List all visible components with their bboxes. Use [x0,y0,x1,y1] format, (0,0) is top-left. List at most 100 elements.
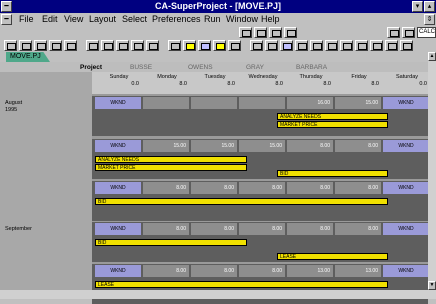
task-icon[interactable] [146,40,159,51]
zoom-icon[interactable] [254,27,267,38]
link-icon[interactable] [86,40,99,51]
scroll-up-icon[interactable]: ▲ [428,52,436,61]
menu-run[interactable]: Run [204,13,221,26]
day-cell[interactable]: 8.00 [239,265,285,277]
menu-edit[interactable]: Edit [42,13,58,26]
day-cell[interactable]: WKND [383,140,429,152]
day-cell[interactable]: 8.00 [143,265,189,277]
color-icon[interactable] [198,40,211,51]
horizontal-scrollbar[interactable] [0,290,428,299]
document-menu-icon[interactable]: ━ [1,14,12,25]
prev-next-icon[interactable] [387,27,400,38]
day-cell[interactable]: WKND [383,265,429,277]
day-cell[interactable]: WKND [95,265,141,277]
day-cell[interactable]: 8.00 [143,182,189,194]
preview-icon[interactable] [64,40,77,51]
view-tab-gray[interactable]: GRAY [246,63,264,72]
filter-icon[interactable] [228,40,241,51]
day-cell[interactable]: 8.00 [335,140,381,152]
grid-icon[interactable] [284,27,297,38]
menu-preferences[interactable]: Preferences [152,13,201,26]
menu-window[interactable]: Window [226,13,258,26]
gantt-icon[interactable] [269,27,282,38]
day-cell[interactable]: 13.00 [287,265,333,277]
day-cell[interactable] [143,97,189,109]
view-pert-icon[interactable] [265,40,278,51]
calc-button[interactable]: CALC [417,27,436,38]
task-bar[interactable]: BID [277,170,388,177]
view-tab-busse[interactable]: BUSSE [130,63,152,72]
day-cell[interactable]: WKND [383,223,429,235]
unlink-icon[interactable] [101,40,114,51]
task-bar[interactable]: MARKET PRICE [277,121,388,128]
day-cell[interactable]: 8.00 [191,223,237,235]
day-cell[interactable]: 15.00 [239,140,285,152]
day-cell[interactable]: 8.00 [143,223,189,235]
task-bar[interactable]: BID [95,239,247,246]
bar-icon[interactable] [213,40,226,51]
scroll-down-icon[interactable]: ▼ [428,281,436,290]
day-cell[interactable]: 8.00 [287,223,333,235]
day-cell[interactable]: 15.00 [335,97,381,109]
day-cell[interactable]: 16.00 [287,97,333,109]
view-histogram-icon[interactable] [325,40,338,51]
view-tab-owens[interactable]: OWENS [188,63,213,72]
restore-icon[interactable]: ⇕ [424,14,435,25]
day-cell[interactable]: WKND [383,182,429,194]
day-cell[interactable] [191,97,237,109]
task-bar[interactable]: BID [95,198,388,205]
resource-icon[interactable] [131,40,144,51]
view-tab-barbara[interactable]: BARBARA [296,63,327,72]
calendar-icon[interactable] [116,40,129,51]
day-cell[interactable]: 15.00 [143,140,189,152]
day-cell[interactable]: 8.00 [287,140,333,152]
vertical-scrollbar[interactable]: ▲ ▼ [428,52,436,299]
view-table-icon[interactable] [310,40,323,51]
day-cell[interactable]: 8.00 [335,182,381,194]
task-bar[interactable]: LEASE [95,281,388,288]
task-bar[interactable]: LEASE [277,253,388,260]
view-summary-icon[interactable] [385,40,398,51]
system-menu-icon[interactable]: ━ [1,1,12,12]
menu-file[interactable]: File [19,13,34,26]
save-icon[interactable] [34,40,47,51]
info-icon[interactable] [402,27,415,38]
open-icon[interactable] [19,40,32,51]
day-cell[interactable]: 8.00 [191,265,237,277]
maximize-icon[interactable]: ▴ [424,1,435,12]
day-cell[interactable]: WKND [95,223,141,235]
day-cell[interactable]: WKND [383,97,429,109]
day-cell[interactable]: 15.00 [191,140,237,152]
view-calendar-icon[interactable] [280,40,293,51]
day-cell[interactable] [239,97,285,109]
day-cell[interactable]: 8.00 [287,182,333,194]
view-wbs-icon[interactable] [295,40,308,51]
print-icon[interactable] [49,40,62,51]
view-gantt-icon[interactable] [250,40,263,51]
tab-move-pj[interactable]: MOVE.PJ [6,52,50,62]
view-spreadsheet-icon[interactable] [340,40,353,51]
task-bar[interactable]: ANALYZE NEEDS [277,113,388,120]
task-bar[interactable]: MARKET PRICE [95,164,247,171]
outline-icon[interactable] [239,27,252,38]
highlight-icon[interactable] [183,40,196,51]
day-cell[interactable]: WKND [95,97,141,109]
view-report-icon[interactable] [355,40,368,51]
day-cell[interactable]: WKND [95,182,141,194]
menu-select[interactable]: Select [122,13,147,26]
minimize-icon[interactable]: ▾ [412,1,423,12]
view-timeline-icon[interactable] [400,40,413,51]
task-bar[interactable]: ANALYZE NEEDS [95,156,247,163]
new-icon[interactable] [4,40,17,51]
menu-layout[interactable]: Layout [89,13,116,26]
day-cell[interactable]: 8.00 [335,223,381,235]
note-icon[interactable] [168,40,181,51]
day-cell[interactable]: 8.00 [191,182,237,194]
menu-help[interactable]: Help [261,13,280,26]
day-cell[interactable]: WKND [95,140,141,152]
day-cell[interactable]: 8.00 [239,182,285,194]
view-tab-project[interactable]: Project [80,63,102,72]
day-cell[interactable]: 8.00 [239,223,285,235]
day-cell[interactable]: 13.00 [335,265,381,277]
menu-view[interactable]: View [64,13,83,26]
